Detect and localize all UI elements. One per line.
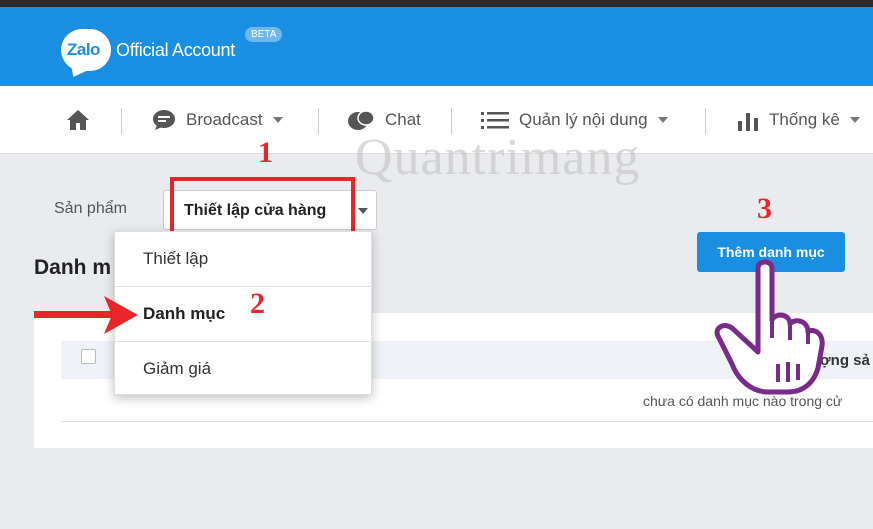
nav-divider	[121, 108, 122, 134]
speech-bubble-icon	[153, 110, 175, 130]
highlight-box	[170, 177, 355, 239]
beta-badge: BETA	[245, 27, 283, 42]
step-number-2: 2	[250, 287, 265, 320]
step-number-3: 3	[757, 192, 772, 225]
nav-label-content: Quản lý nội dung	[519, 110, 648, 129]
zalo-logo[interactable]: Zalo	[61, 29, 111, 71]
menu-item-discount[interactable]: Giảm giá	[115, 342, 373, 396]
menu-item-label: Giảm giá	[143, 359, 212, 378]
logo-text: Zalo	[67, 40, 100, 59]
pointing-hand-icon	[714, 259, 825, 395]
arrow-right-icon	[34, 296, 138, 334]
select-all-checkbox[interactable]	[81, 349, 96, 364]
nav-home[interactable]	[66, 86, 90, 154]
menu-item-label: Thiết lập	[143, 249, 209, 268]
product-label: Sản phẩm	[54, 200, 127, 217]
chevron-down-icon	[272, 117, 283, 123]
nav-divider	[705, 108, 706, 134]
nav-stats[interactable]: Thống kê	[737, 86, 860, 154]
menu-item-setup[interactable]: Thiết lập	[115, 232, 373, 286]
nav-label-stats: Thống kê	[769, 110, 840, 129]
app-title: Official Account	[116, 40, 235, 60]
chevron-down-icon	[849, 117, 860, 123]
step-number-1: 1	[258, 136, 273, 169]
top-bar: Zalo Official Account BETA	[0, 0, 873, 86]
page-title: Danh m	[34, 256, 112, 279]
list-icon	[481, 112, 509, 129]
nav-divider	[318, 108, 319, 134]
chevron-down-icon	[358, 208, 368, 214]
product-dropdown-menu: Thiết lập Danh mục Giảm giá	[114, 231, 373, 396]
nav-label-broadcast: Broadcast	[186, 110, 263, 129]
nav-label-chat: Chat	[385, 110, 421, 129]
menu-item-label: Danh mục	[143, 304, 226, 323]
chevron-down-icon	[657, 117, 668, 123]
bar-chart-icon	[738, 113, 758, 131]
watermark: Quantrimang	[355, 129, 641, 186]
menu-item-categories[interactable]: Danh mục	[115, 287, 373, 341]
home-icon	[67, 110, 89, 130]
divider	[61, 421, 873, 422]
